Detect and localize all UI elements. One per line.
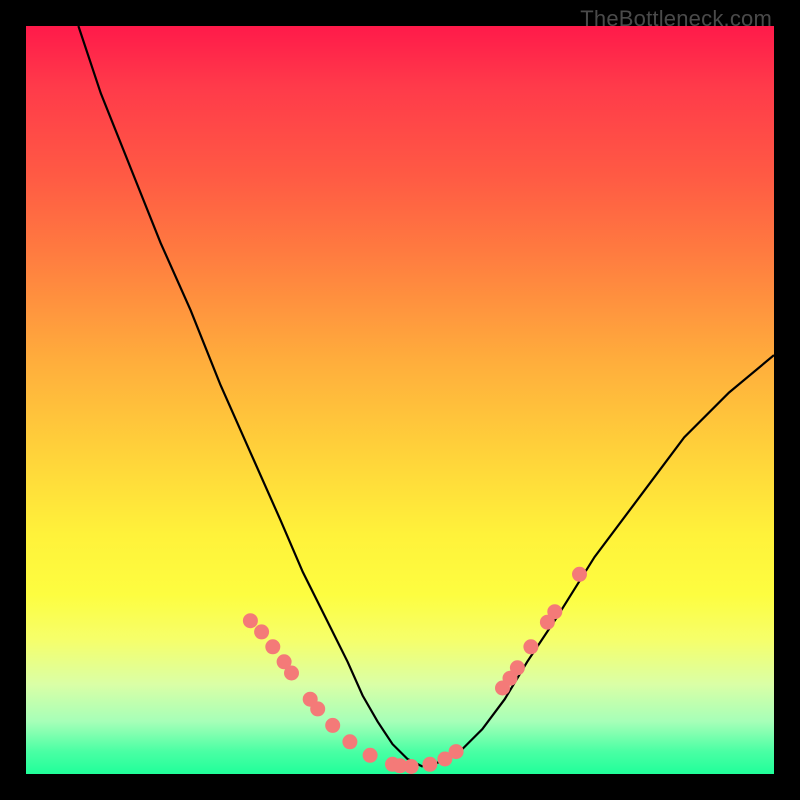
bead-marker bbox=[254, 624, 269, 639]
bead-markers bbox=[243, 567, 587, 774]
bead-marker bbox=[449, 744, 464, 759]
bead-marker bbox=[325, 718, 340, 733]
bead-marker bbox=[342, 734, 357, 749]
bead-marker bbox=[510, 660, 525, 675]
bead-marker bbox=[547, 604, 562, 619]
bead-marker bbox=[404, 759, 419, 774]
bead-marker bbox=[422, 757, 437, 772]
bead-marker bbox=[243, 613, 258, 628]
bead-marker bbox=[572, 567, 587, 582]
bead-marker bbox=[310, 701, 325, 716]
right-curve bbox=[422, 355, 774, 766]
bead-marker bbox=[284, 666, 299, 681]
bead-marker bbox=[363, 748, 378, 763]
chart-svg bbox=[26, 26, 774, 774]
bead-marker bbox=[523, 639, 538, 654]
credit-text: TheBottleneck.com bbox=[580, 6, 772, 32]
bead-marker bbox=[265, 639, 280, 654]
left-curve bbox=[78, 26, 422, 767]
